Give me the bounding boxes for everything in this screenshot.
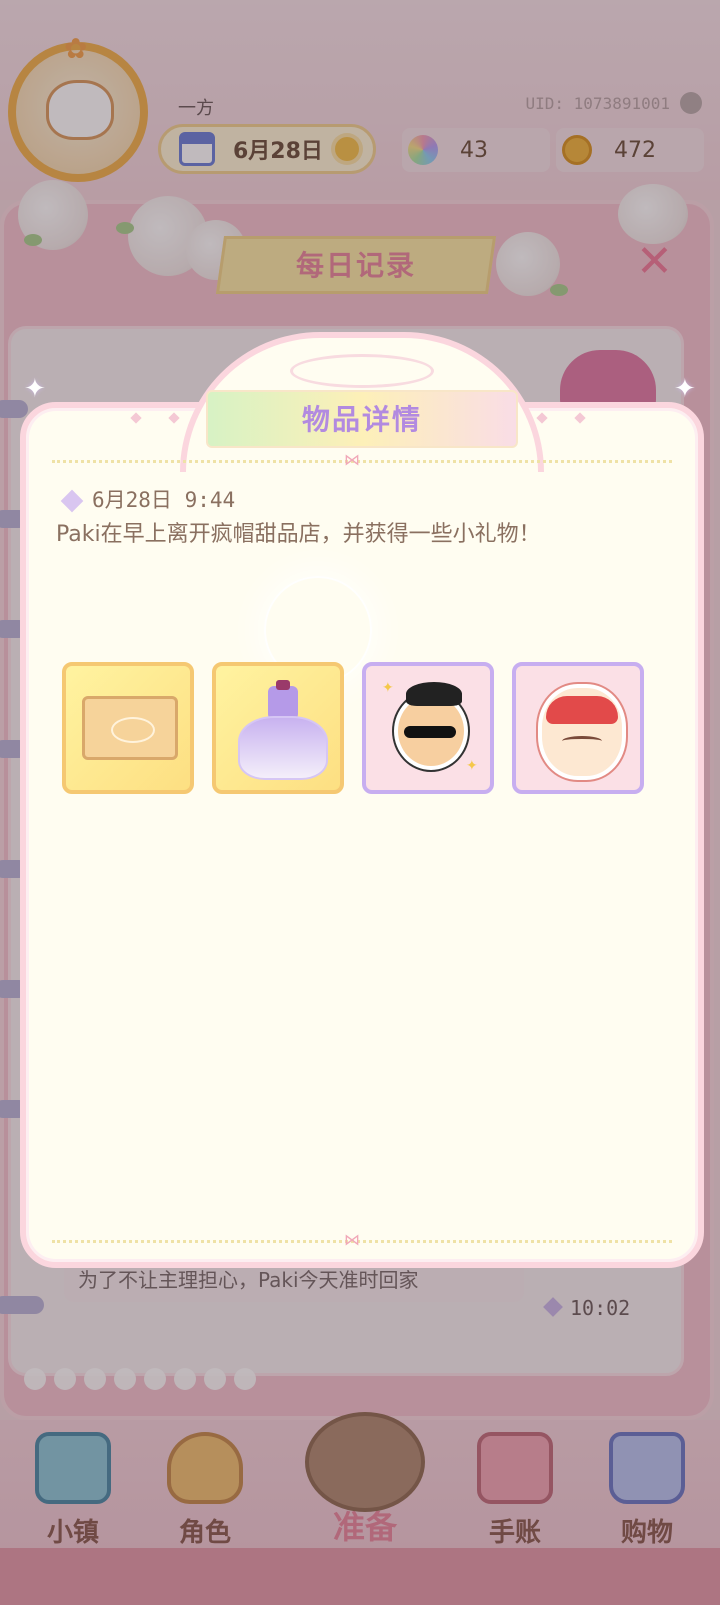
player-avatar[interactable]: ✿	[8, 32, 148, 182]
modal-title: 物品详情	[301, 403, 422, 436]
player-name: 一方	[178, 98, 214, 119]
gem-count: 43	[460, 137, 488, 163]
record-entry-time: 10:02	[570, 1296, 631, 1320]
shopping-bag-icon	[609, 1432, 685, 1504]
bow-icon: ⋈	[344, 450, 360, 469]
rainbow-gem-icon	[408, 135, 438, 165]
leaf-decoration	[116, 222, 134, 234]
basket-icon	[305, 1412, 425, 1512]
bow-icon: ⋈	[344, 1230, 360, 1249]
date-display: 6月28日	[158, 124, 376, 174]
reward-item[interactable]	[512, 662, 644, 794]
nav-town[interactable]: 小镇	[18, 1432, 128, 1552]
map-icon	[35, 1432, 111, 1504]
character-icon	[167, 1432, 243, 1504]
dotted-divider	[52, 460, 672, 463]
item-detail-modal: ✦ ✦ 物品详情 ⋈ 6月28日 9:44 Paki在早上离开疯帽甜品店，并获得…	[20, 332, 704, 1268]
entry-time: 6月28日 9:44	[92, 488, 236, 512]
nav-role-label: 角色	[178, 1518, 231, 1548]
dotted-divider	[52, 1240, 672, 1243]
gem-counter[interactable]: 43	[402, 128, 550, 172]
leaf-decoration	[24, 234, 42, 246]
journal-book-icon	[477, 1432, 553, 1504]
parcel-box-icon	[82, 696, 178, 760]
nav-role[interactable]: 角色	[150, 1432, 260, 1552]
rose-decoration	[618, 184, 688, 244]
nav-shop-label: 购物	[620, 1518, 673, 1548]
calendar-icon	[179, 132, 215, 166]
coin-icon	[562, 135, 592, 165]
reward-item[interactable]	[62, 662, 194, 794]
sparkle-icon: ✦	[674, 374, 696, 404]
nav-town-label: 小镇	[46, 1518, 99, 1548]
leaf-decoration	[550, 284, 568, 296]
coin-counter[interactable]: 472	[556, 128, 704, 172]
nav-journal-label: 手账	[488, 1518, 541, 1548]
sparkle-icon: ✦	[24, 374, 46, 404]
ornament-decoration	[290, 354, 434, 388]
nav-prepare[interactable]: 准备	[300, 1412, 430, 1552]
reward-item[interactable]: ✦ ✦	[362, 662, 494, 794]
uid-label: UID: 1073891001	[525, 94, 671, 113]
record-entry-text: 为了不让主理担心，Paki今天准时回家	[78, 1268, 419, 1292]
current-date: 6月28日	[233, 139, 323, 164]
record-title: 每日记录	[295, 249, 416, 282]
bottom-strip	[0, 1548, 720, 1605]
pearl-decoration	[24, 1368, 264, 1398]
sun-icon	[334, 137, 359, 161]
purple-dress-icon	[234, 680, 330, 784]
reward-item[interactable]	[212, 662, 344, 794]
copy-uid-icon[interactable]	[680, 92, 702, 114]
entry-description: Paki在早上离开疯帽甜品店，并获得一些小礼物！	[56, 522, 541, 547]
hamster-face-icon	[46, 80, 114, 140]
coin-count: 472	[614, 137, 656, 163]
nav-journal[interactable]: 手账	[460, 1432, 570, 1552]
binder-ring	[0, 1296, 44, 1314]
nav-shop[interactable]: 购物	[592, 1432, 702, 1552]
reward-items: ✦ ✦	[62, 662, 662, 796]
close-x-icon[interactable]: ✕	[636, 240, 673, 284]
bow-icon: ✿	[64, 32, 88, 65]
